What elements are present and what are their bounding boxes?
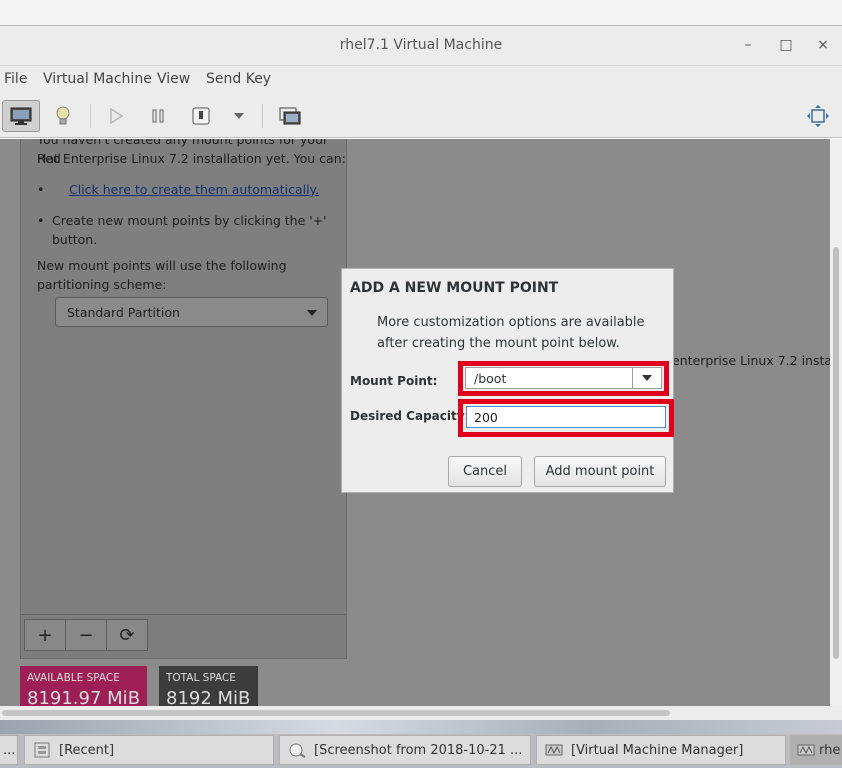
available-space-label: AVAILABLE SPACE — [27, 672, 120, 684]
taskbar-item-label: [Virtual Machine Manager] — [571, 742, 744, 758]
dialog-note-line2: after creating the mount point below. — [377, 336, 620, 351]
remove-mount-point-button[interactable]: − — [65, 619, 107, 651]
manual-text-line2: button. — [52, 232, 98, 247]
chevron-down-icon — [234, 113, 244, 119]
bullet: • — [37, 213, 45, 228]
mount-point-combobox[interactable]: /boot — [465, 367, 662, 389]
snapshots-button[interactable] — [276, 100, 304, 132]
taskbar-item-virt-manager[interactable]: [Virtual Machine Manager] — [536, 735, 786, 765]
minimize-button[interactable]: – — [738, 35, 758, 55]
create-automatically-link[interactable]: Click here to create them automatically. — [69, 180, 319, 199]
toolbar — [0, 94, 842, 138]
mount-point-value: /boot — [474, 371, 507, 386]
mount-point-label: Mount Point: — [350, 374, 438, 388]
cancel-button[interactable]: Cancel — [448, 456, 522, 487]
pause-icon — [152, 109, 164, 123]
horizontal-scrollbar-thumb[interactable] — [2, 710, 670, 716]
available-space-box: AVAILABLE SPACE 8191.97 MiB — [20, 666, 147, 706]
virt-manager-icon — [545, 744, 563, 756]
play-icon — [110, 108, 123, 124]
horizontal-scrollbar[interactable] — [0, 706, 842, 720]
window-title: rhel7.1 Virtual Machine — [339, 37, 503, 53]
toolbar-separator — [262, 104, 263, 128]
fullscreen-button[interactable] — [804, 100, 832, 132]
combobox-separator — [632, 368, 633, 388]
taskbar-item-label: ... — [3, 742, 16, 758]
total-space-box: TOTAL SPACE 8192 MiB — [159, 666, 258, 706]
maximize-button[interactable]: □ — [776, 35, 796, 55]
snapshot-icon — [279, 107, 301, 125]
intro-text-line2: Hat Enterprise Linux 7.2 installation ye… — [37, 151, 346, 166]
menu-send-key[interactable]: Send Key — [206, 71, 271, 87]
taskbar-item-rhel-vm[interactable]: rhe — [790, 735, 842, 765]
desired-capacity-input[interactable] — [466, 406, 666, 428]
menu-file[interactable]: File — [4, 71, 27, 87]
console-view-button[interactable] — [2, 100, 40, 132]
taskbar-item-label: [Recent] — [59, 742, 115, 758]
menu-view[interactable]: View — [157, 71, 190, 87]
menubar: File Virtual Machine View Send Key — [0, 66, 842, 94]
mount-points-panel: You haven't created any mount points for… — [20, 139, 347, 659]
available-space-value: 8191.97 MiB — [27, 688, 141, 706]
partition-scheme-dropdown[interactable]: Standard Partition — [55, 297, 328, 327]
scheme-text-line1: New mount points will use the following — [37, 258, 287, 273]
taskbar-item-label: [Screenshot from 2018-10-21 ... — [314, 742, 523, 758]
menu-virtual-machine[interactable]: Virtual Machine — [43, 71, 152, 87]
toolbar-separator — [90, 104, 91, 128]
vertical-scrollbar-thumb[interactable] — [833, 247, 839, 659]
taskbar: ... [Recent] [Screenshot from 2018-10-21… — [0, 720, 842, 768]
desired-capacity-label: Desired Capacity: — [350, 409, 470, 423]
add-mount-point-confirm-button[interactable]: Add mount point — [534, 456, 666, 487]
lightbulb-icon — [56, 106, 70, 125]
shutdown-menu-button[interactable] — [230, 100, 248, 132]
close-button[interactable]: × — [813, 35, 833, 55]
monitor-icon — [10, 107, 32, 125]
power-icon — [192, 107, 210, 125]
file-cabinet-icon — [34, 742, 50, 758]
right-pane-text: enterprise Linux 7.2 installa — [672, 353, 830, 368]
details-view-button[interactable] — [50, 100, 76, 132]
refresh-button[interactable]: ⟳ — [106, 619, 148, 651]
total-space-value: 8192 MiB — [166, 688, 251, 706]
manual-text-line1: Create new mount points by clicking the … — [52, 213, 327, 228]
shutdown-button[interactable] — [188, 100, 214, 132]
run-button[interactable] — [104, 100, 128, 132]
taskbar-item-label: rhe — [819, 742, 841, 758]
taskbar-item-recent[interactable]: [Recent] — [24, 735, 274, 765]
vertical-scrollbar[interactable] — [830, 139, 842, 706]
top-strip — [0, 0, 842, 26]
image-viewer-icon — [289, 743, 306, 758]
dialog-note-line1: More customization options are available — [377, 315, 645, 330]
scheme-text-line2: partitioning scheme: — [37, 277, 167, 292]
add-mount-point-dialog: ADD A NEW MOUNT POINT More customization… — [341, 268, 674, 493]
fullscreen-icon — [807, 105, 829, 127]
mount-point-controls: + − ⟳ — [21, 614, 346, 658]
taskbar-item-overflow[interactable]: ... — [0, 735, 18, 765]
window-titlebar[interactable]: rhel7.1 Virtual Machine – □ × — [0, 26, 842, 66]
bullet: • — [37, 182, 45, 197]
desktop-wallpaper-strip — [0, 720, 842, 734]
add-mount-point-button[interactable]: + — [24, 619, 66, 651]
total-space-label: TOTAL SPACE — [166, 672, 236, 684]
pause-button[interactable] — [146, 100, 170, 132]
chevron-down-icon[interactable] — [642, 375, 652, 381]
virt-manager-icon — [797, 744, 815, 756]
partition-scheme-value: Standard Partition — [67, 305, 180, 320]
dialog-title: ADD A NEW MOUNT POINT — [350, 280, 559, 296]
chevron-down-icon — [307, 310, 317, 316]
taskbar-item-screenshot[interactable]: [Screenshot from 2018-10-21 ... — [279, 735, 531, 765]
